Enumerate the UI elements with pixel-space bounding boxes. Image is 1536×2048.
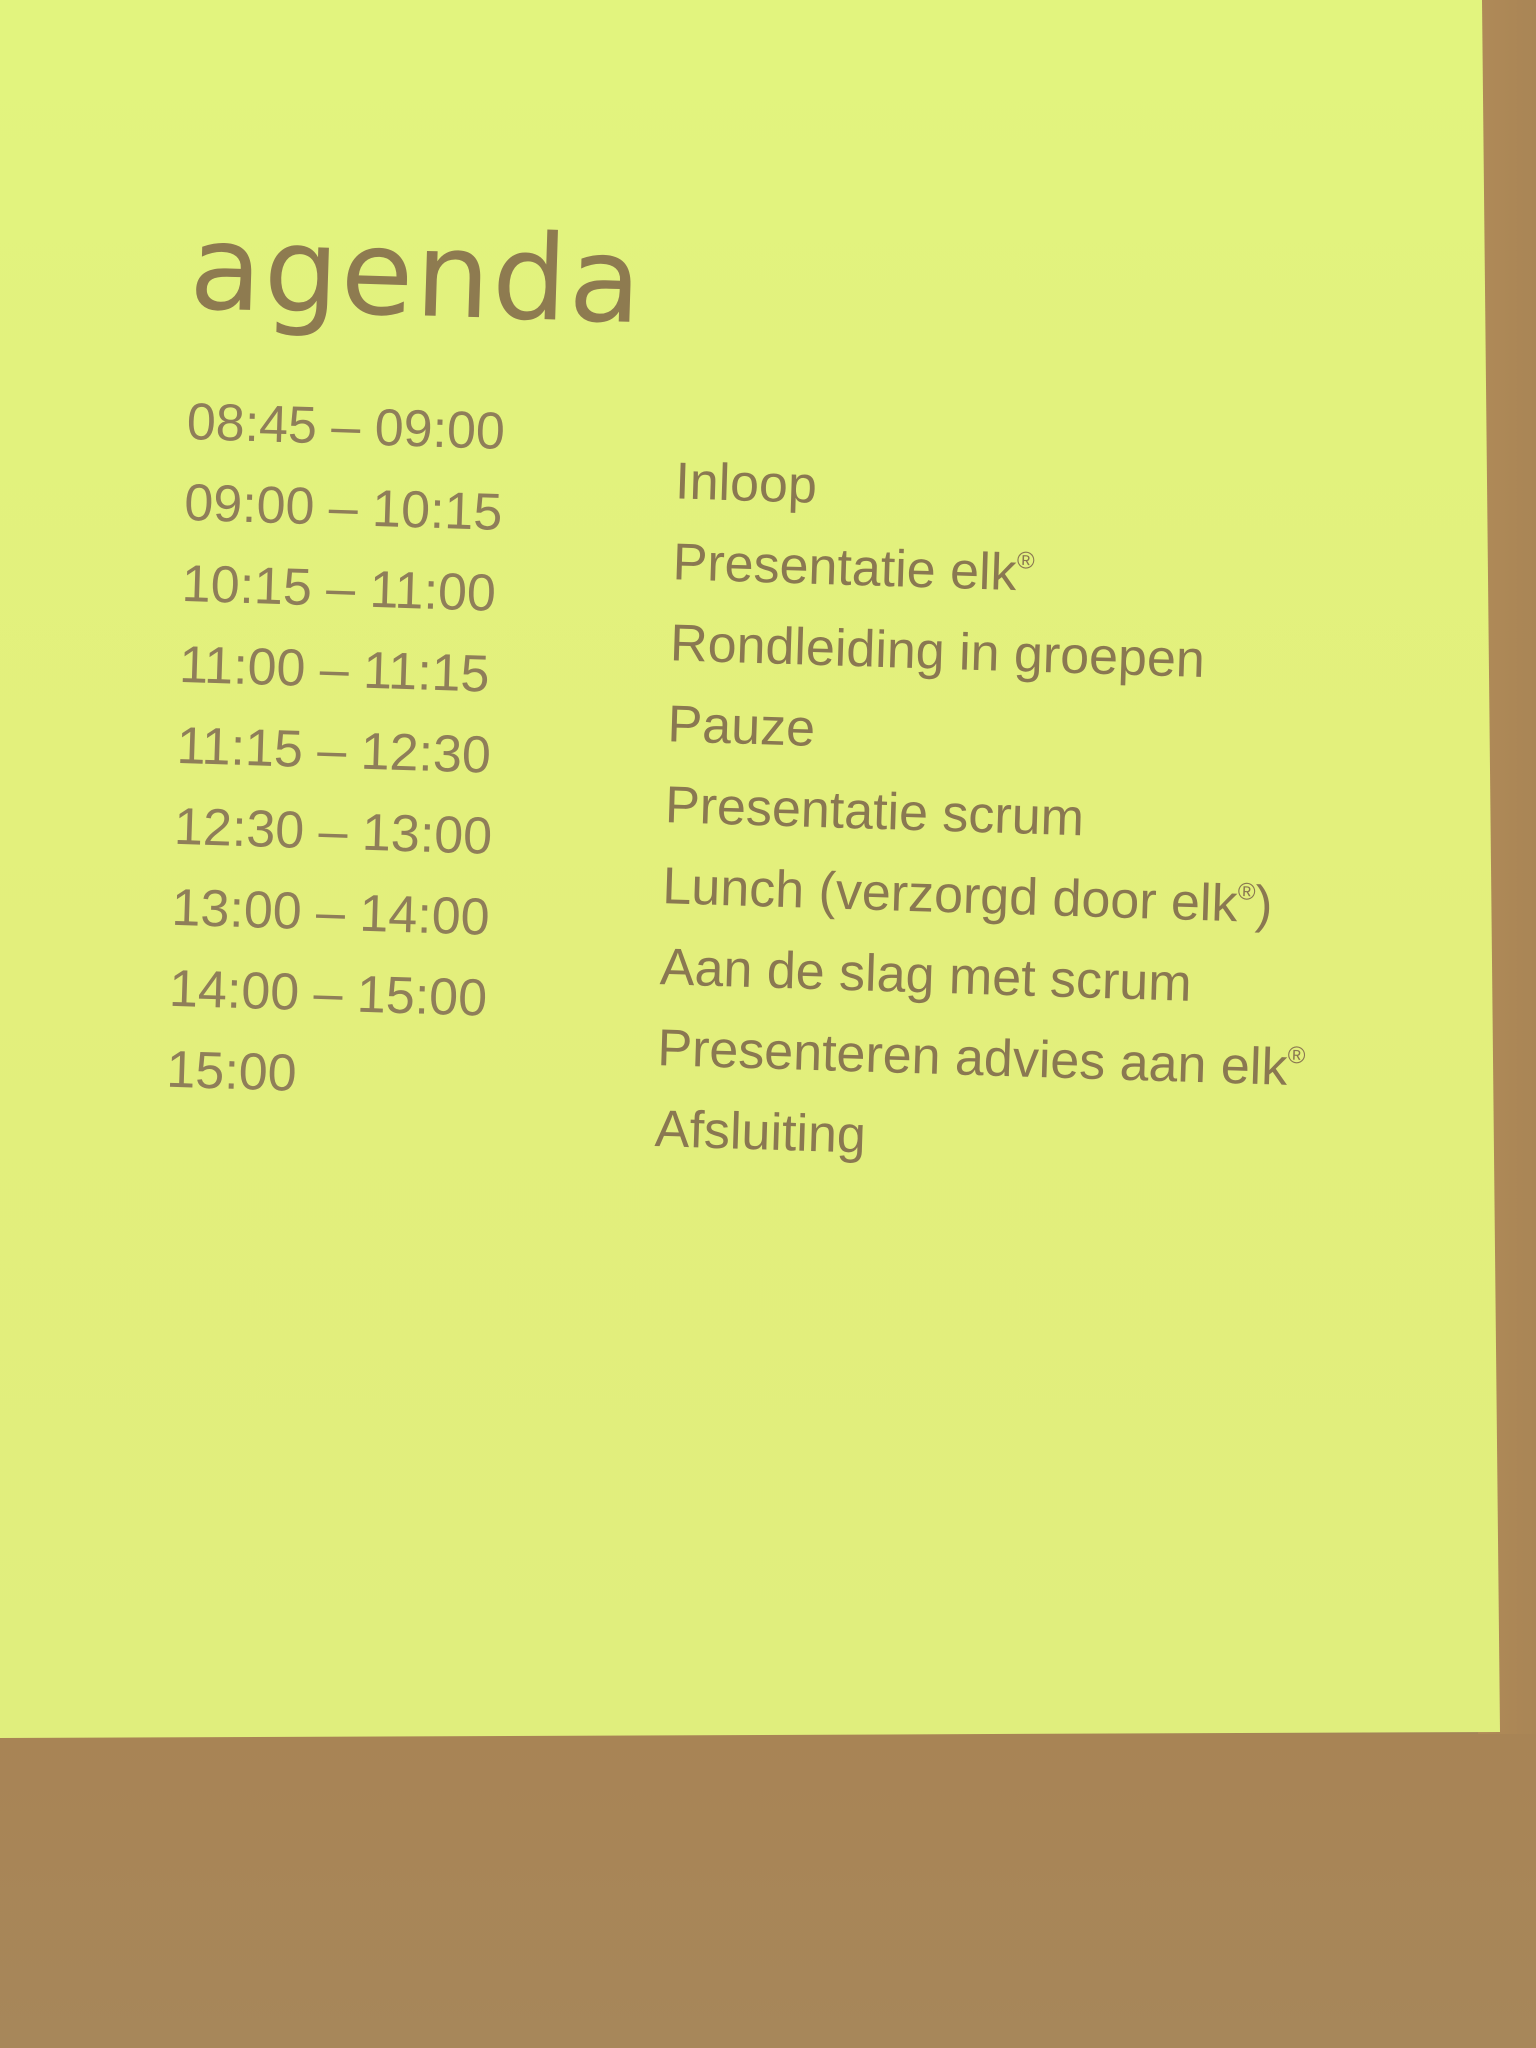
projection-screen: agenda 08:45 – 09:00 Inloop 09:00 – 10:1… <box>0 0 1500 1738</box>
registered-mark: ® <box>1016 547 1036 575</box>
slide: agenda 08:45 – 09:00 Inloop 09:00 – 10:1… <box>0 0 1500 1738</box>
agenda-time: 11:15 – 12:30 <box>175 716 492 785</box>
agenda-time: 15:00 <box>165 1040 298 1103</box>
agenda-activity: Afsluiting <box>654 1100 867 1165</box>
agenda-time: 10:15 – 11:00 <box>180 554 497 623</box>
floor <box>0 1734 1536 2048</box>
registered-mark: ® <box>1237 878 1256 906</box>
agenda-time: 09:00 – 10:15 <box>183 473 504 542</box>
agenda-time: 14:00 – 15:00 <box>168 959 488 1028</box>
slide-title: agenda <box>187 198 646 351</box>
activity-text: Afsluiting <box>654 1100 867 1165</box>
registered-mark: ® <box>1287 1041 1306 1070</box>
agenda-time: 12:30 – 13:00 <box>173 797 494 866</box>
agenda-list: 08:45 – 09:00 Inloop 09:00 – 10:15 Prese… <box>165 392 1387 1165</box>
agenda-time: 11:00 – 11:15 <box>178 635 491 704</box>
agenda-time: 13:00 – 14:00 <box>170 878 491 947</box>
agenda-time: 08:45 – 09:00 <box>185 392 506 461</box>
